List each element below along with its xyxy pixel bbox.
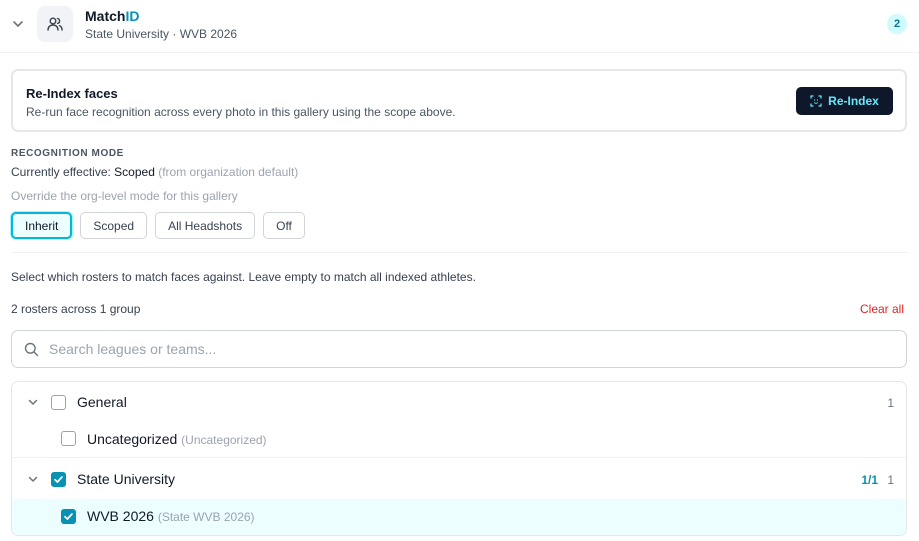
roster-detail: (Uncategorized) — [181, 433, 267, 447]
gallery-header: MatchID State University · WVB 2026 2 — [0, 0, 919, 53]
roster-name: WVB 2026 — [87, 508, 154, 524]
group-row-state-university[interactable]: State University 1/1 1 — [12, 459, 906, 499]
chevron-down-icon[interactable] — [10, 16, 26, 32]
reindex-card: Re-Index faces Re-run face recognition a… — [11, 69, 907, 132]
reindex-title: Re-Index faces — [26, 86, 118, 101]
effective-note: (from organization default) — [158, 165, 299, 179]
effective-prefix: Currently effective: — [11, 165, 111, 179]
roster-count-badge: 2 — [887, 14, 907, 34]
app-title-main: Match — [85, 8, 126, 24]
roster-hint: Select which rosters to match faces agai… — [11, 270, 476, 284]
search-icon — [24, 342, 39, 357]
clear-all-link[interactable]: Clear all — [860, 302, 904, 316]
mode-scoped-button[interactable]: Scoped — [80, 212, 148, 239]
roster-detail: (State WVB 2026) — [157, 510, 255, 524]
group-selected-ratio: 1/1 — [861, 473, 878, 487]
reindex-description: Re-run face recognition across every pho… — [26, 105, 456, 119]
mode-off-button[interactable]: Off — [263, 212, 305, 239]
reindex-button-label: Re-Index — [828, 94, 879, 108]
roster-label-uncategorized: Uncategorized (Uncategorized) — [87, 431, 267, 447]
chevron-down-icon[interactable] — [26, 395, 40, 409]
roster-search-input[interactable] — [49, 337, 889, 361]
group-label-general: General — [77, 394, 127, 410]
group-count-state-university: 1 — [887, 473, 894, 487]
roster-search-box — [11, 330, 907, 368]
face-scan-icon — [810, 95, 822, 107]
roster-name: Uncategorized — [87, 431, 178, 447]
effective-value: Scoped — [114, 165, 155, 179]
group-checkbox-state-university[interactable] — [51, 472, 66, 487]
roster-row-wvb-2026[interactable]: WVB 2026 (State WVB 2026) — [12, 499, 906, 535]
group-count-general: 1 — [887, 396, 894, 410]
app-icon-tile — [37, 6, 73, 42]
mode-selector: Inherit Scoped All Headshots Off — [11, 212, 305, 239]
section-divider — [11, 252, 907, 253]
app-title: MatchID — [85, 8, 139, 24]
chevron-down-icon[interactable] — [26, 472, 40, 486]
roster-row-uncategorized[interactable]: Uncategorized (Uncategorized) — [12, 422, 906, 458]
effective-mode-line: Currently effective: Scoped (from organi… — [11, 165, 298, 179]
check-icon — [54, 476, 63, 483]
group-label-state-university: State University — [77, 471, 176, 487]
override-hint: Override the org-level mode for this gal… — [11, 189, 238, 203]
group-row-general[interactable]: General 1 — [12, 382, 906, 422]
mode-all-headshots-button[interactable]: All Headshots — [155, 212, 256, 239]
roster-label-wvb-2026: WVB 2026 (State WVB 2026) — [87, 508, 255, 524]
group-checkbox-general[interactable] — [51, 395, 66, 410]
roster-tree: General 1 Uncategorized (Uncategorized) … — [11, 381, 907, 536]
roster-checkbox-wvb-2026[interactable] — [61, 509, 76, 524]
app-title-accent: ID — [125, 8, 140, 24]
roster-checkbox-uncategorized[interactable] — [61, 431, 76, 446]
app-subtitle: State University · WVB 2026 — [85, 27, 238, 41]
check-icon — [64, 513, 73, 520]
users-icon — [47, 17, 63, 31]
recognition-mode-label: RECOGNITION MODE — [11, 148, 124, 159]
reindex-button[interactable]: Re-Index — [796, 87, 893, 115]
roster-summary: 2 rosters across 1 group — [11, 302, 141, 316]
mode-inherit-button[interactable]: Inherit — [11, 212, 73, 239]
